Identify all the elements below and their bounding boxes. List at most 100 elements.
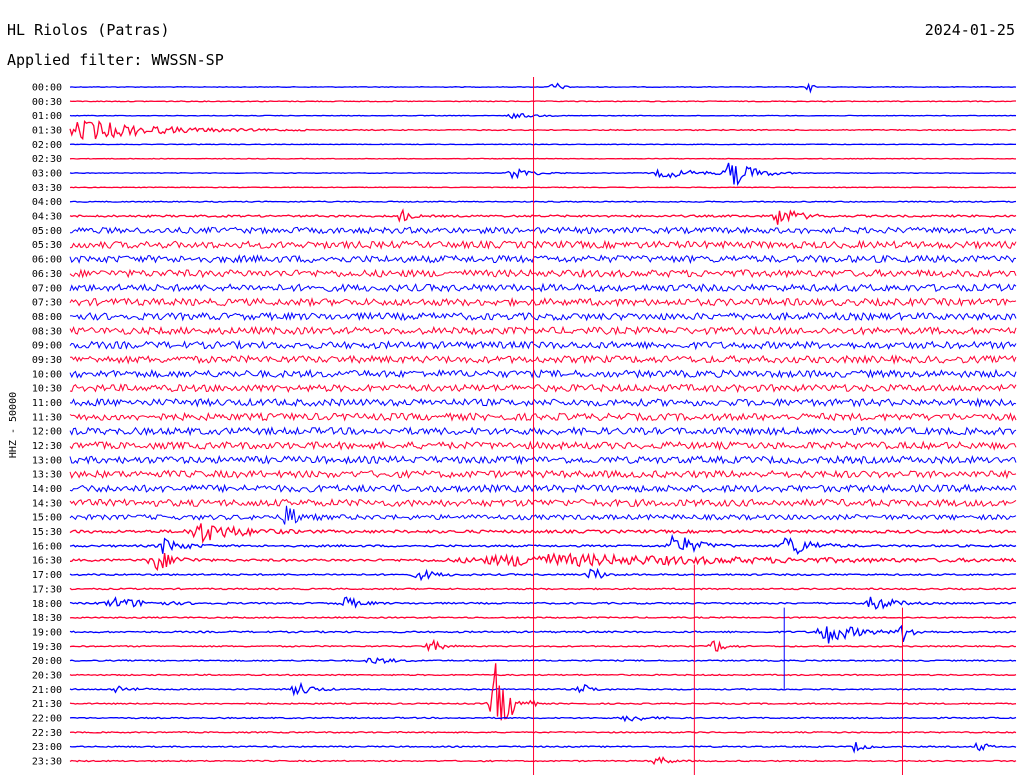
time-tick-label: 11:30 [32,412,62,423]
trace-row [69,638,1017,653]
seismic-traces [69,82,1017,766]
trace-row [69,339,1017,351]
trace-row [69,311,1017,322]
trace-row [69,567,1017,582]
time-tick-label: 17:00 [32,570,62,581]
trace-row [69,325,1017,336]
trace-row [69,426,1017,437]
time-tick-label: 06:00 [32,255,62,266]
time-tick-label: 22:00 [32,713,62,724]
time-tick-label: 17:30 [32,584,62,595]
trace-row [70,226,1017,235]
time-tick-label: 04:30 [32,212,62,223]
time-tick-label: 15:30 [32,527,62,538]
trace-row [69,715,1017,723]
time-tick-label: 14:30 [32,498,62,509]
trace-row [69,483,1017,494]
trace-row [69,533,1017,555]
time-tick-label: 09:30 [32,355,62,366]
time-tick-label: 19:30 [32,642,62,653]
trace-row [69,411,1017,422]
trace-row [69,82,1017,94]
trace-row [69,162,1017,187]
trace-row [69,673,1017,677]
time-tick-label: 06:30 [32,269,62,280]
trace-row [69,523,1017,544]
time-tick-label: 21:30 [32,699,62,710]
trace-row [69,741,1017,754]
trace-row [69,383,1017,394]
trace-row [69,454,1017,466]
trace-row [69,587,1017,591]
trace-row [69,282,1017,293]
time-tick-label: 23:00 [32,742,62,753]
trace-row [69,100,1016,103]
trace-row [69,440,1017,451]
trace-row [69,368,1017,379]
trace-row [69,756,1017,766]
trace-row [69,505,1017,525]
time-tick-label: 16:30 [32,556,62,567]
time-tick-label: 20:30 [32,670,62,681]
trace-row [69,143,1017,146]
trace-row [69,119,1017,141]
trace-row [69,112,1017,120]
trace-row [69,397,1017,408]
time-tick-label: 12:00 [32,427,62,438]
trace-row [69,596,1017,610]
time-tick-label: 10:00 [32,369,62,380]
trace-row [69,354,1017,365]
time-tick-label: 07:00 [32,283,62,294]
time-tick-label: 01:00 [32,111,62,122]
trace-row [69,200,1017,203]
time-tick-label: 16:00 [32,541,62,552]
time-tick-label: 19:00 [32,627,62,638]
time-tick-label: 13:00 [32,455,62,466]
helicorder-plot: 00:00 00:30 01:00 01:30 02:00 02:30 03:00 03:30… [8,77,1017,775]
time-tick-label: 03:00 [32,169,62,180]
trace-row [69,157,1016,160]
time-tick-label: 23:30 [32,757,62,768]
trace-row [69,657,1017,664]
spike-lines [533,77,903,775]
trace-row [69,268,1017,279]
time-tick-label: 18:00 [32,599,62,610]
time-tick-label: 04:00 [32,197,62,208]
time-tick-label: 05:00 [32,226,62,237]
trace-row [69,730,1017,734]
time-tick-label: 00:30 [32,97,62,108]
trace-row [69,469,1017,480]
trace-row [69,552,1017,572]
trace-row [69,254,1017,265]
time-tick-label: 11:00 [32,398,62,409]
time-tick-label: 09:00 [32,341,62,352]
time-tick-label: 21:00 [32,685,62,696]
trace-row [69,497,1017,508]
time-tick-label: 14:00 [32,484,62,495]
time-tick-label: 07:30 [32,298,62,309]
time-ticks: 00:00 00:30 01:00 01:30 02:00 02:30 03:00 03:30… [32,83,62,768]
trace-row [69,681,1017,697]
time-tick-label: 08:00 [32,312,62,323]
time-tick-label: 10:30 [32,384,62,395]
time-tick-label: 08:30 [32,326,62,337]
time-tick-label: 13:30 [32,470,62,481]
trace-row [69,186,1017,189]
trace-row [69,663,1017,721]
trace-row [69,296,1017,308]
trace-row [69,624,1017,644]
time-tick-label: 00:00 [32,83,62,94]
y-axis-label: HHZ - 50000 [8,392,19,458]
trace-row [69,239,1017,250]
time-tick-label: 02:30 [32,154,62,165]
time-tick-label: 18:30 [32,613,62,624]
trace-row [69,208,1017,225]
time-tick-label: 12:30 [32,441,62,452]
trace-row [69,616,1017,619]
time-tick-label: 01:30 [32,126,62,137]
time-tick-label: 15:00 [32,513,62,524]
time-tick-label: 05:30 [32,240,62,251]
time-tick-label: 20:00 [32,656,62,667]
time-tick-label: 02:00 [32,140,62,151]
time-tick-label: 03:30 [32,183,62,194]
